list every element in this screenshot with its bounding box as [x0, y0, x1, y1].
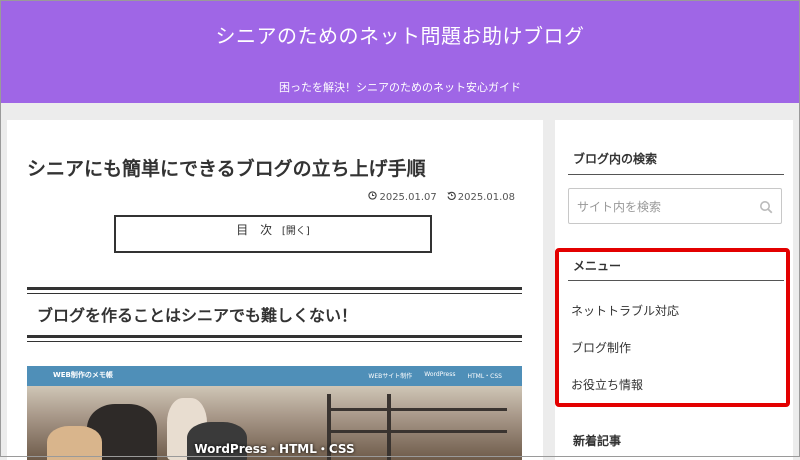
search-input[interactable]: [569, 189, 759, 225]
menu-heading-rule: [568, 280, 784, 281]
history-icon: [447, 191, 456, 203]
hero-nav-item: WordPress: [424, 371, 456, 378]
main-content: シニアにも簡単にできるブログの立ち上げ手順 2025.01.07 2025.01…: [7, 120, 543, 460]
heading-top-rule: [27, 287, 522, 294]
hero-nav-item: HTML・CSS: [467, 373, 502, 380]
menu-heading: メニュー: [573, 259, 622, 273]
hero-caption: WordPress・HTML・CSS: [194, 442, 355, 456]
hero-site-title: WEB制作のメモ帳: [53, 371, 113, 379]
search-icon[interactable]: [759, 199, 773, 214]
hero-nav-item: WEBサイト制作: [368, 373, 413, 380]
clock-icon: [368, 191, 378, 203]
search-heading-rule: [568, 174, 784, 175]
hero-nav: WEBサイト制作 WordPress HTML・CSS: [368, 371, 502, 380]
toc-toggle-button[interactable]: [開く]: [282, 226, 310, 237]
menu-item-net-trouble[interactable]: ネットトラブル対応: [571, 302, 679, 319]
toc-title: 目 次: [236, 223, 277, 237]
sidebar: ブログ内の検索 メニュー ネットトラブル対応 ブログ制作 お役立ち情報 新着記事: [555, 120, 793, 460]
hero-image: WEB制作のメモ帳 WEBサイト制作 WordPress HTML・CSS Wo…: [27, 366, 522, 460]
site-header: シニアのためのネット問題お助けブログ 困ったを解決！シニアのためのネット安心ガイ…: [0, 0, 800, 103]
table-of-contents: 目 次 [開く]: [114, 215, 432, 253]
recent-posts-heading: 新着記事: [573, 434, 622, 448]
menu-item-blog[interactable]: ブログ制作: [571, 339, 631, 356]
published-date: 2025.01.07: [368, 191, 437, 203]
search-heading: ブログ内の検索: [573, 152, 658, 166]
search-box: [568, 188, 782, 225]
section-heading: ブログを作ることはシニアでも難しくない！: [27, 287, 522, 343]
site-title[interactable]: シニアのためのネット問題お助けブログ: [0, 20, 800, 49]
post-dates: 2025.01.07 2025.01.08: [368, 191, 515, 203]
hero-site-bar: WEB制作のメモ帳 WEBサイト制作 WordPress HTML・CSS: [27, 366, 522, 386]
site-tagline: 困ったを解決！シニアのためのネット安心ガイド: [279, 81, 521, 94]
post-title: シニアにも簡単にできるブログの立ち上げ手順: [27, 158, 426, 180]
updated-date: 2025.01.08: [447, 191, 515, 203]
heading-bottom-rule: [27, 335, 522, 342]
section-heading-text: ブログを作ることはシニアでも難しくない！: [37, 306, 358, 325]
menu-item-useful-info[interactable]: お役立ち情報: [571, 376, 643, 393]
